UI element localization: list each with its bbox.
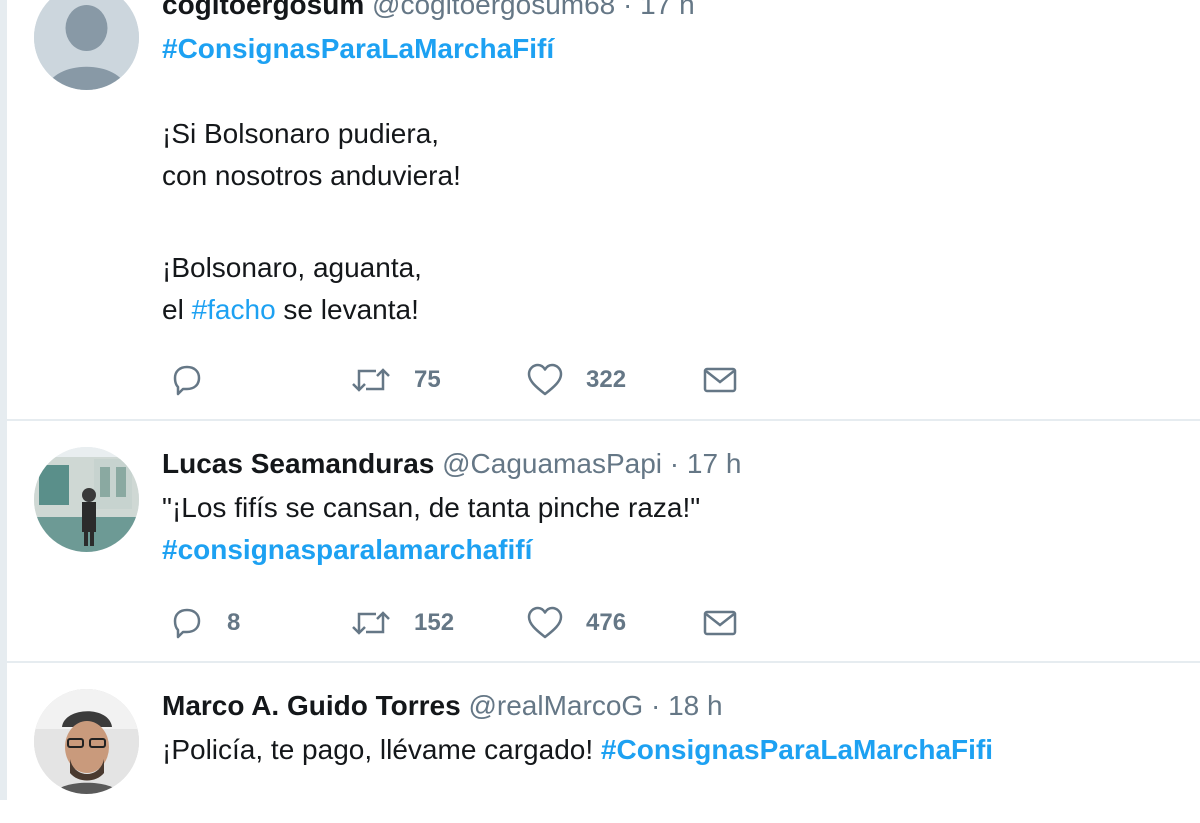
tweet-text-line: ¡Si Bolsonaro pudiera, xyxy=(162,118,440,149)
tweet-actions: 8 152 476 xyxy=(162,603,782,643)
reply-count: 8 xyxy=(227,609,241,636)
hashtag-link[interactable]: #ConsignasParaLaMarchaFifí xyxy=(162,33,554,64)
tweet-header: cogitoergosum @cogitoergosum68 · 17 h xyxy=(162,0,1180,22)
user-photo-icon xyxy=(34,447,139,552)
hashtag-link[interactable]: #consignasparalamarchafifí xyxy=(162,534,532,565)
hashtag-link[interactable]: #facho xyxy=(192,294,276,325)
author-name[interactable]: Lucas Seamanduras xyxy=(162,448,434,479)
envelope-icon xyxy=(703,367,737,393)
like-count: 322 xyxy=(586,366,627,393)
envelope-icon xyxy=(703,610,737,636)
timestamp[interactable]: 17 h xyxy=(640,0,695,20)
separator-dot: · xyxy=(650,690,661,721)
tweet-text-line: ¡Policía, te pago, llévame cargado! #Con… xyxy=(162,729,1180,771)
separator-dot: · xyxy=(669,448,680,479)
separator-dot: · xyxy=(623,0,633,20)
heart-icon xyxy=(527,363,563,396)
tweet-text-fragment: el xyxy=(162,294,192,325)
reply-button[interactable]: 8 xyxy=(169,603,240,643)
author-name[interactable]: cogitoergosum xyxy=(162,0,364,20)
reply-button[interactable] xyxy=(169,360,233,400)
tweet-text-line: el #facho se levanta! xyxy=(162,289,1180,331)
user-photo-icon xyxy=(34,689,139,794)
avatar-marco[interactable] xyxy=(34,689,139,794)
like-button[interactable]: 322 xyxy=(526,360,626,400)
like-count: 476 xyxy=(586,609,627,636)
retweet-count: 75 xyxy=(414,366,441,393)
author-name[interactable]: Marco A. Guido Torres xyxy=(162,690,461,721)
avatar-default[interactable] xyxy=(34,0,139,90)
tweet-header: Lucas Seamanduras @CaguamasPapi · 17 h xyxy=(162,447,1180,481)
heart-icon xyxy=(527,606,563,639)
hashtag-link[interactable]: #ConsignasParaLaMarchaFifi xyxy=(601,734,993,765)
author-handle[interactable]: @cogitoergosum68 xyxy=(372,0,615,20)
tweet-actions: 75 322 xyxy=(162,360,782,400)
tweet-text: "¡Los fifís se cansan, de tanta pinche r… xyxy=(162,492,701,523)
tweet-header: Marco A. Guido Torres @realMarcoG · 18 h xyxy=(162,689,1180,723)
direct-message-button[interactable] xyxy=(702,603,738,643)
avatar-lucas[interactable] xyxy=(34,447,139,552)
author-handle[interactable]: @CaguamasPapi xyxy=(442,448,662,479)
tweet-text: ¡Policía, te pago, llévame cargado! xyxy=(162,734,601,765)
retweet-button[interactable]: 152 xyxy=(350,603,454,643)
tweet-2[interactable]: Lucas Seamanduras @CaguamasPapi · 17 h "… xyxy=(7,421,1200,663)
tweet-1[interactable]: cogitoergosum @cogitoergosum68 · 17 h #C… xyxy=(7,0,1200,421)
retweet-icon xyxy=(352,368,390,392)
left-rail xyxy=(0,0,7,800)
author-handle[interactable]: @realMarcoG xyxy=(468,690,643,721)
tweet-text-fragment: se levanta! xyxy=(275,294,419,325)
timestamp[interactable]: 18 h xyxy=(668,690,723,721)
default-profile-icon xyxy=(34,0,139,90)
like-button[interactable]: 476 xyxy=(526,603,626,643)
tweet-text-line: ¡Bolsonaro, aguanta, xyxy=(162,252,422,283)
direct-message-button[interactable] xyxy=(702,360,738,400)
tweet-3[interactable]: Marco A. Guido Torres @realMarcoG · 18 h… xyxy=(7,663,1200,823)
retweet-button[interactable]: 75 xyxy=(350,360,441,400)
retweet-count: 152 xyxy=(414,609,455,636)
retweet-icon xyxy=(352,611,390,635)
tweet-text-line: con nosotros anduviera! xyxy=(162,160,461,191)
reply-icon xyxy=(173,608,201,639)
timestamp[interactable]: 17 h xyxy=(687,448,742,479)
reply-icon xyxy=(173,365,201,396)
